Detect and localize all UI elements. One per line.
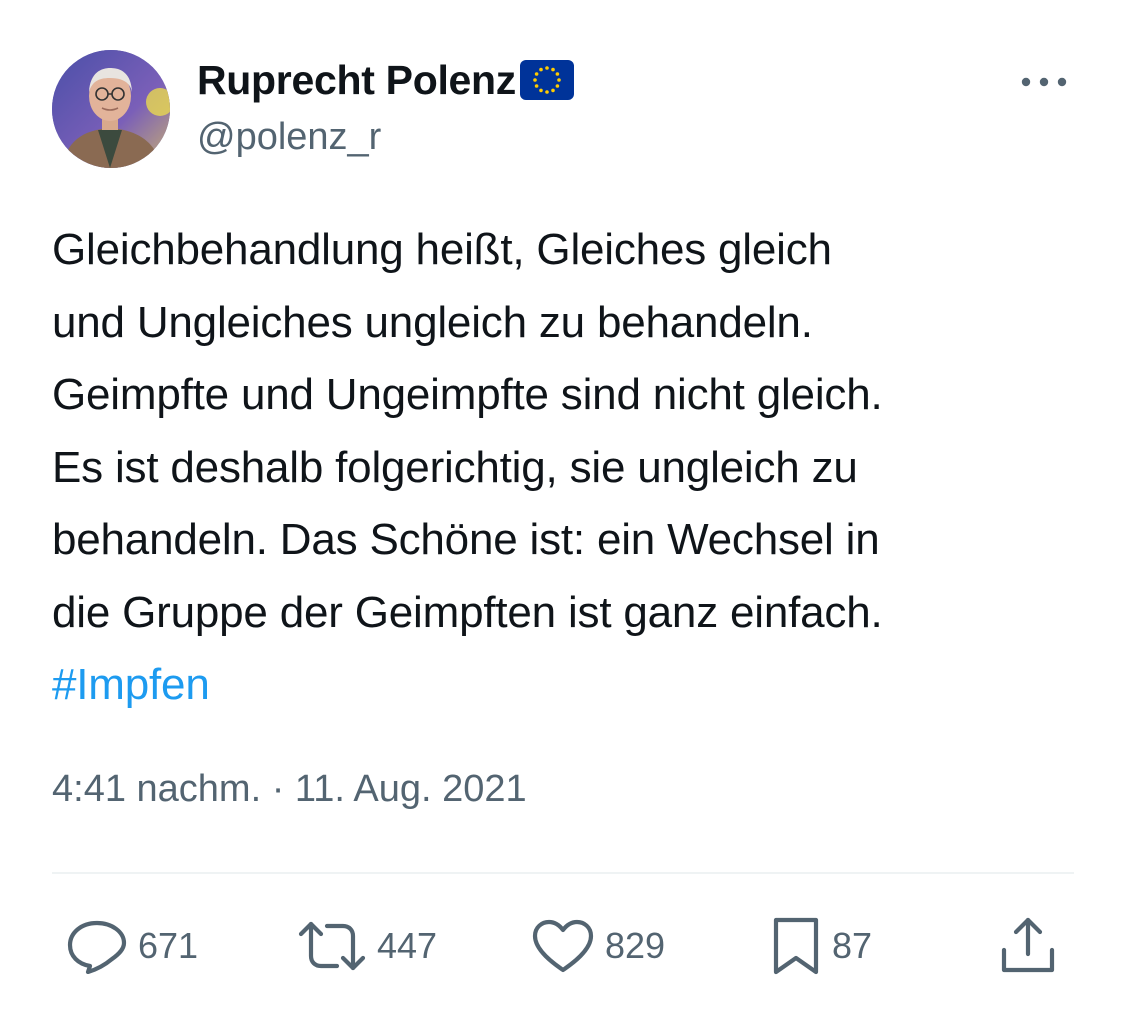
tweet-text-line: die Gruppe der Geimpften ist ganz einfac… (52, 587, 883, 637)
tweet-text-line: und Ungleiches ungleich zu behandeln. (52, 297, 813, 347)
bookmark-button[interactable]: 87 (770, 916, 872, 976)
tweet-text-line: Es ist deshalb folgerichtig, sie ungleic… (52, 442, 858, 492)
like-count: 829 (605, 925, 666, 966)
avatar[interactable] (52, 50, 170, 168)
heart-icon (532, 919, 594, 973)
avatar-photo (52, 50, 170, 168)
tweet-text-line: behandeln. Das Schöne ist: ein Wechsel i… (52, 515, 880, 564)
retweet-button[interactable]: 447 (297, 916, 437, 976)
hashtag-link[interactable]: #Impfen (52, 649, 1092, 722)
reply-count: 671 (138, 925, 199, 966)
retweet-count: 447 (377, 925, 438, 966)
bookmark-icon (773, 917, 819, 975)
divider (52, 872, 1074, 874)
tweet-text-line: Gleichbehandlung heißt, Gleiches gleich (52, 225, 832, 274)
author-name-row[interactable]: Ruprecht Polenz (197, 54, 575, 106)
more-options-button[interactable] (1014, 62, 1074, 102)
share-button[interactable] (998, 916, 1058, 976)
bookmark-count: 87 (832, 925, 873, 966)
tweet-text: Gleichbehandlung heißt, Gleiches gleich … (52, 214, 1092, 722)
share-icon (1001, 917, 1055, 973)
reply-button[interactable]: 671 (66, 916, 198, 976)
display-name[interactable]: Ruprecht Polenz (197, 57, 516, 104)
reply-icon (67, 920, 127, 974)
like-button[interactable]: 829 (531, 916, 665, 976)
tweet-timestamp[interactable]: 4:41 nachm. · 11. Aug. 2021 (52, 768, 527, 811)
retweet-icon (298, 921, 366, 971)
more-icon (1021, 77, 1067, 87)
tweet-text-line: Geimpfte und Ungeimpfte sind nicht gleic… (52, 370, 883, 419)
eu-flag-icon (519, 59, 575, 101)
author-handle[interactable]: @polenz_r (197, 116, 381, 159)
tweet-card: Ruprecht Polenz @polenz_r Gleichbehandlu… (0, 0, 1125, 1028)
